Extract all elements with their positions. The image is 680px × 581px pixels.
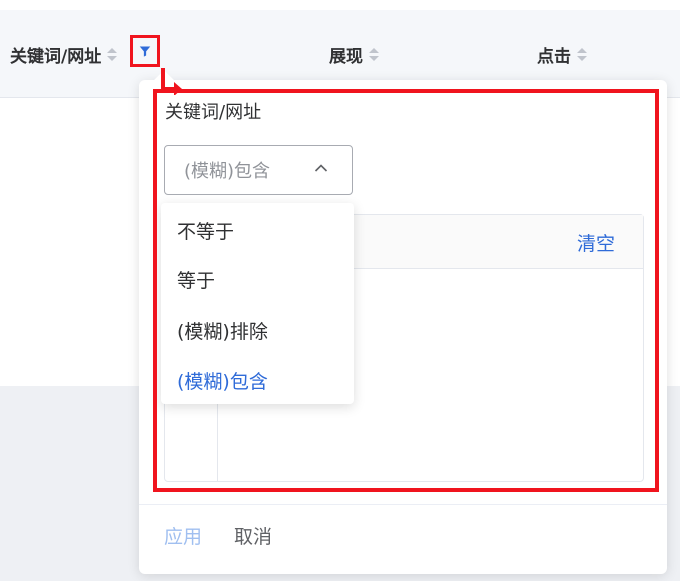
chevron-up-icon: [314, 164, 328, 172]
dropdown-option-fuzzy-exclude[interactable]: (模糊)排除: [177, 317, 268, 344]
dropdown-option-fuzzy-include[interactable]: (模糊)包含: [177, 367, 268, 394]
match-type-dropdown: 不等于 等于 (模糊)排除 (模糊)包含: [161, 203, 354, 404]
dropdown-option-equal[interactable]: 等于: [177, 266, 215, 293]
sort-icon[interactable]: [577, 47, 587, 62]
footer-divider: [139, 504, 667, 505]
sort-icon[interactable]: [107, 47, 118, 62]
clear-button[interactable]: 清空: [577, 229, 615, 256]
column-label-impressions: 展现: [329, 47, 363, 67]
filter-button[interactable]: [130, 35, 160, 67]
match-type-select[interactable]: (模糊)包含: [164, 145, 353, 195]
filter-icon: [139, 46, 151, 57]
column-label-keyword: 关键词/网址: [10, 47, 102, 67]
apply-button[interactable]: 应用: [164, 522, 202, 549]
column-header-clicks[interactable]: 点击: [537, 42, 587, 67]
popover-title: 关键词/网址: [165, 102, 262, 123]
column-label-clicks: 点击: [537, 47, 571, 67]
cancel-button[interactable]: 取消: [234, 522, 272, 549]
match-type-value: (模糊)包含: [184, 161, 271, 182]
column-header-keyword[interactable]: 关键词/网址: [10, 42, 118, 67]
column-header-impressions[interactable]: 展现: [329, 42, 379, 67]
dropdown-option-not-equal[interactable]: 不等于: [177, 217, 234, 244]
sort-icon[interactable]: [369, 47, 379, 62]
